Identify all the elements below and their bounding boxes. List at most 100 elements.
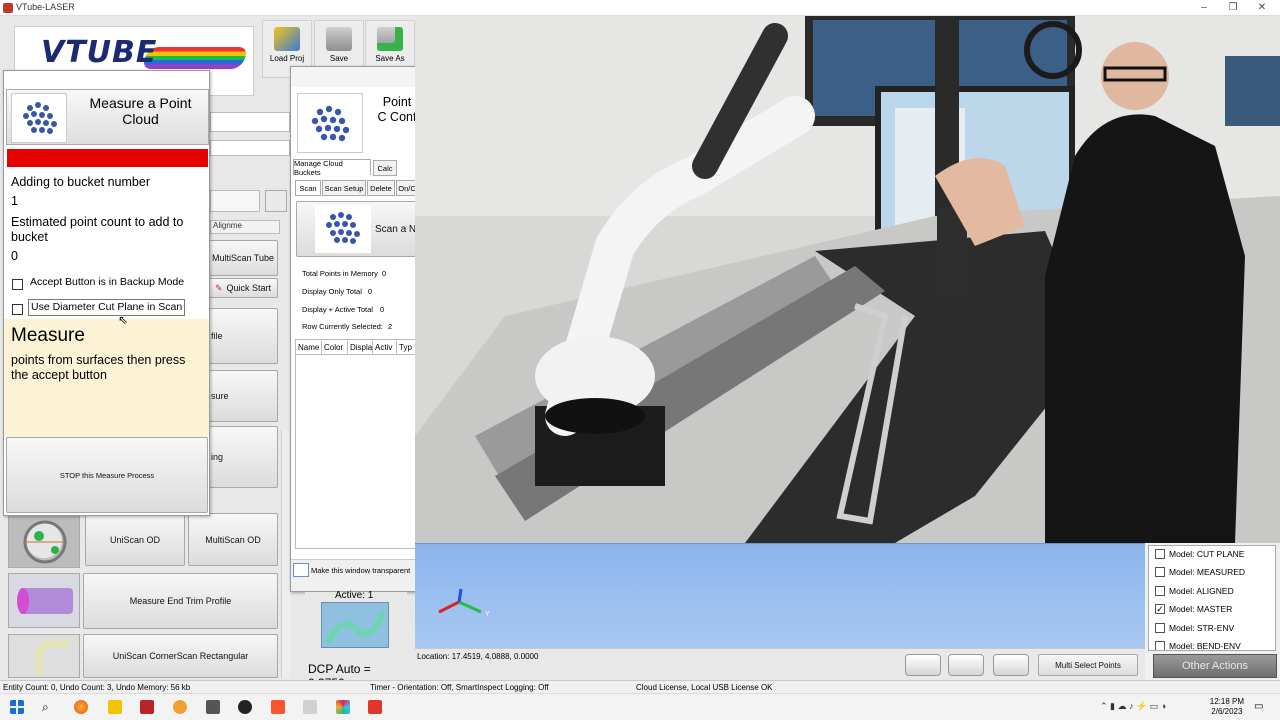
rotate-right-icon[interactable] [948,654,984,676]
status-timer: Timer - Orientation: Off, SmartInspect L… [370,683,549,692]
status-bar: Entity Count: 0, Undo Count: 3, Undo Mem… [0,680,1280,693]
brave-icon[interactable] [271,700,285,714]
stat-display-active-label: Display + Active Total [302,305,373,314]
model-checkbox-checked[interactable]: ✓ [1155,604,1165,614]
rotate-left-icon[interactable] [905,654,941,676]
svg-text:Y: Y [485,611,490,618]
logo-text: VTUBE [41,35,158,70]
hidden-combo[interactable] [210,190,260,212]
location-readout: Location: 17.4519, 4.0888, 0.0000 [417,652,539,661]
model-row[interactable]: Model: CUT PLANE [1155,547,1244,561]
model-row[interactable]: Model: STR-ENV [1155,621,1234,635]
col-active[interactable]: Activ [373,341,397,355]
cloud-dialog-title: Point C Cont [377,95,417,124]
model-checkbox[interactable] [1155,641,1165,650]
multi-select-points-button[interactable]: Multi Select Points [1038,654,1138,676]
3d-viewport[interactable]: Y [415,543,1145,648]
diameter-cut-label: Use Diameter Cut Plane in Scan [28,299,186,316]
measure-button[interactable]: sure [208,370,278,422]
model-row[interactable]: ✓ Model: MASTER [1155,602,1232,616]
tab-alignment[interactable]: Alignme [210,220,280,234]
tube-end-icon [17,588,73,614]
slack-icon[interactable] [336,700,350,714]
app-icon-c[interactable] [368,700,382,714]
stop-measure-button[interactable]: STOP this Measure Process [6,437,208,513]
dcp-panel: Active: 1 DCP Auto = 0.3750 [305,590,407,690]
model-checkbox[interactable] [1155,567,1165,577]
tube-circle-icon [23,520,67,564]
minimize-button[interactable]: – [1196,1,1212,14]
bucket-number-value: 1 [11,194,18,208]
transparent-checkbox[interactable] [293,563,309,577]
col-color[interactable]: Color [322,341,348,355]
multiscan-od-button[interactable]: MultiScan OD [188,513,278,566]
status-entity-count: Entity Count: 0, Undo Count: 3, Undo Mem… [3,683,191,692]
window-title: VTube-LASER [16,2,75,12]
stat-row-selected-value: 2 [388,322,393,331]
wand-icon: ✎ [214,282,223,293]
cornerscan-thumb [8,634,80,678]
instruction-body: points from surfaces then press the acce… [11,353,186,382]
firefox-icon[interactable] [74,700,88,714]
close-button[interactable]: ✕ [1254,1,1270,14]
app-icon [3,3,13,13]
model-checkbox[interactable] [1155,549,1165,559]
accept-backup-checkbox[interactable] [12,279,23,290]
model-checkbox[interactable] [1155,586,1165,596]
scan-ing-button[interactable]: ing [208,426,278,488]
file-explorer-icon[interactable] [108,700,122,714]
notifications-icon[interactable]: ▭ [1254,701,1263,712]
save-as-icon [377,27,403,51]
status-license: Cloud License, Local USB License OK [636,683,773,692]
transparent-label: Make this window transparent [311,566,411,575]
tab-calc[interactable]: Calc [373,160,397,176]
obs-icon[interactable] [238,700,252,714]
app-icon-orange[interactable] [173,700,187,714]
bent-tube-icon [35,639,69,675]
dcp-tube-thumb [321,602,389,648]
instruction-title: Measure [11,325,85,346]
hidden-field-2 [210,140,290,156]
model-row[interactable]: Model: MEASURED [1155,565,1245,579]
scan-new-button[interactable]: Scan a N [296,201,420,257]
view-globe-icon[interactable] [993,654,1029,676]
save-icon [326,27,352,51]
subtab-delete[interactable]: Delete [367,180,395,196]
accept-backup-label: Accept Button is in Backup Mode [30,276,185,288]
search-icon[interactable]: ⌕ [42,700,56,714]
uniscan-cornerscan-button[interactable]: UniScan CornerScan Rectangular [83,634,278,678]
webcam-video-feed [415,16,1280,543]
app-icon-red[interactable] [140,700,154,714]
info-icon[interactable] [265,190,287,212]
multiscan-tube-button[interactable]: MultiScan Tube [208,240,278,276]
axis-triad-icon: Y [438,588,490,618]
dialog-header: Measure a Point Cloud [6,89,209,145]
col-display[interactable]: Displa [348,341,373,355]
load-icon [274,27,300,51]
col-name[interactable]: Name [296,341,322,355]
tab-manage-cloud-buckets[interactable]: Manage Cloud Buckets [293,159,371,177]
model-checkbox[interactable] [1155,623,1165,633]
scan-cloud-icon [315,205,371,253]
uniscan-od-button[interactable]: UniScan OD [85,513,185,566]
other-actions-button[interactable]: Other Actions [1153,654,1277,678]
clock[interactable]: 12:18 PM 2/6/2023 [1210,697,1244,717]
vtube-taskbar-icon[interactable] [303,700,317,714]
windows-start-icon[interactable] [10,700,24,714]
title-bar: VTube-LASER – ❐ ✕ [0,0,1280,16]
model-list[interactable]: Model: CUT PLANE Model: MEASURED Model: … [1148,545,1276,651]
tool-icon[interactable] [206,700,220,714]
measure-end-trim-button[interactable]: Measure End Trim Profile [83,573,278,629]
model-row[interactable]: Model: ALIGNED [1155,584,1234,598]
diameter-cut-checkbox[interactable] [12,304,23,315]
model-row[interactable]: Model: BEND-ENV [1155,639,1241,650]
mouse-cursor-icon: ⇖ [118,313,129,327]
maximize-button[interactable]: ❐ [1225,1,1241,14]
uniscan-od-thumb [8,513,80,568]
subtab-scan-setup[interactable]: Scan Setup [322,180,366,196]
quick-start-button[interactable]: ✎ Quick Start [208,278,278,298]
system-tray-icons[interactable]: ⌃ ▮ ☁ ♪ ⚡ ▭ ◑ [1100,701,1166,712]
subtab-scan[interactable]: Scan [295,180,321,196]
adding-bucket-label: Adding to bucket number [11,175,150,189]
profile-button[interactable]: file [208,308,278,364]
